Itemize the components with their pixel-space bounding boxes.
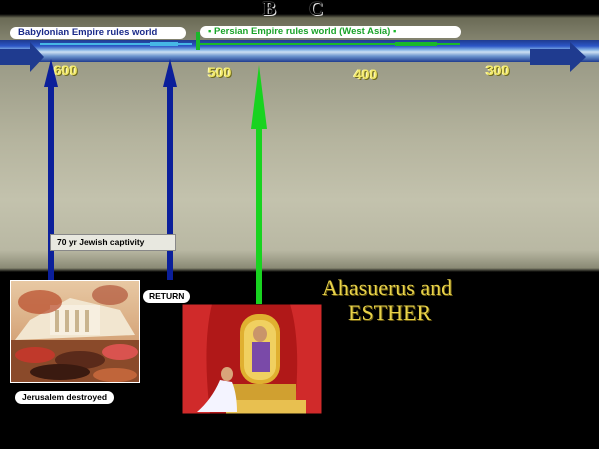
- persia-era-label: ▪ Persian Empire rules world (West Asia)…: [200, 26, 461, 38]
- title-line-2: ESTHER: [348, 300, 432, 325]
- jerusalem-painting: [10, 280, 140, 383]
- persia-span-start: [196, 32, 200, 50]
- captivity-caption: 70 yr Jewish captivity: [50, 234, 176, 251]
- babylon-era-label: Babylonian Empire rules world: [10, 27, 186, 39]
- timeline-slide: B C Babylonian Empire rules world ▪ Pers…: [0, 0, 599, 449]
- title-line-1: Ahasuerus and: [322, 275, 453, 300]
- persia-span-marker: [395, 42, 437, 46]
- persia-era-text: Persian Empire rules world (West Asia): [214, 26, 391, 37]
- bc-heading: B C: [262, 0, 338, 20]
- babylon-span-marker: [150, 42, 178, 46]
- jerusalem-burning-image: [10, 280, 140, 383]
- destroyed-caption: Jerusalem destroyed: [15, 391, 115, 404]
- esther-before-king-image: [182, 304, 322, 414]
- return-caption: RETURN: [143, 290, 191, 303]
- pointer-arrows: [44, 59, 267, 305]
- esther-arrow: [251, 65, 267, 305]
- esther-painting: [182, 304, 322, 414]
